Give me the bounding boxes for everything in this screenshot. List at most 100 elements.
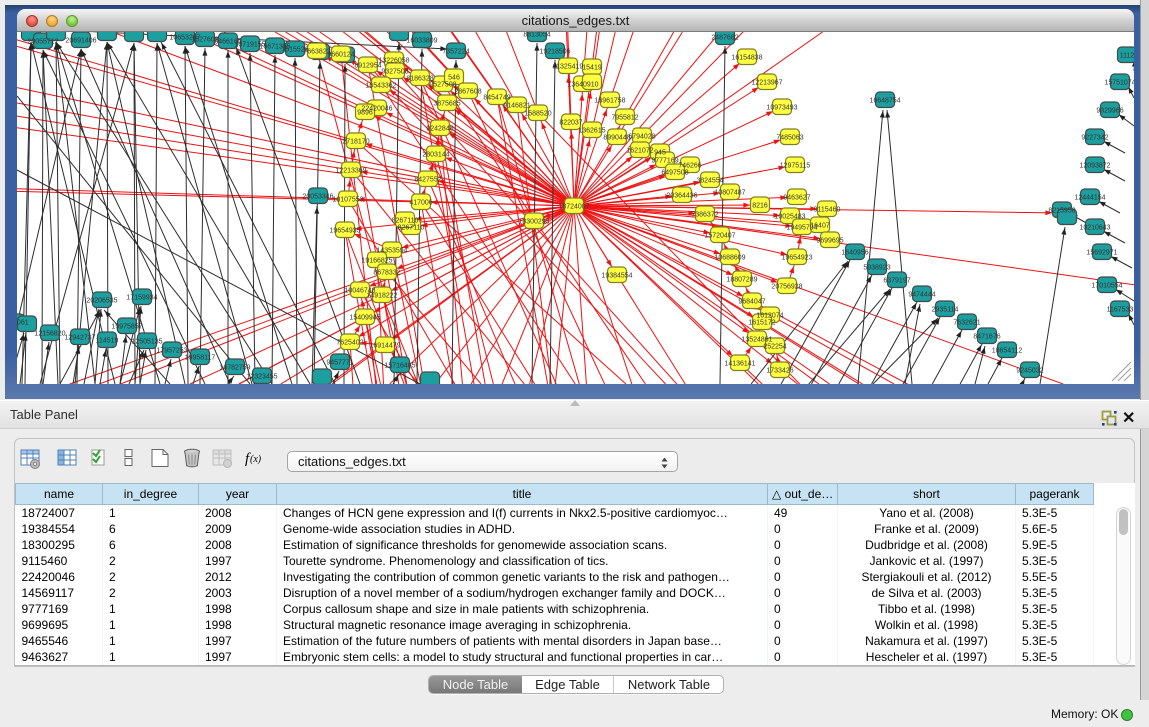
svg-text:15419: 15419 [582, 65, 602, 72]
svg-text:7357224: 7357224 [442, 49, 469, 56]
svg-text:945: 945 [654, 150, 666, 157]
svg-text:8267110: 8267110 [392, 218, 419, 225]
svg-text:9699695: 9699695 [816, 238, 843, 245]
svg-text:20055712: 20055712 [27, 39, 58, 46]
svg-text:7632621: 7632621 [953, 320, 980, 327]
svg-text:1733426: 1733426 [766, 368, 793, 375]
svg-text:12213369: 12213369 [335, 168, 366, 175]
svg-text:2867608: 2867608 [454, 89, 481, 96]
svg-text:417006: 417006 [409, 200, 432, 207]
svg-text:15720407: 15720407 [704, 233, 735, 240]
svg-text:1588520: 1588520 [524, 111, 551, 118]
svg-text:14918222: 14918222 [366, 293, 397, 300]
svg-text:6497508: 6497508 [661, 170, 688, 177]
svg-text:20364436: 20364436 [666, 193, 697, 200]
svg-text:8813054: 8813054 [523, 32, 550, 39]
svg-text:10025483: 10025483 [774, 214, 805, 221]
svg-text:8215958: 8215958 [1048, 208, 1075, 215]
svg-text:7625402: 7625402 [336, 340, 363, 347]
svg-text:9457771: 9457771 [326, 360, 353, 367]
svg-text:6794028: 6794028 [628, 134, 655, 141]
svg-text:12975115: 12975115 [780, 163, 811, 170]
svg-text:12444154: 12444154 [1074, 195, 1105, 202]
svg-text:12942737: 12942737 [64, 335, 95, 342]
svg-text:19384554: 19384554 [601, 273, 632, 280]
svg-text:822037: 822037 [559, 120, 582, 127]
svg-text:16543362: 16543362 [365, 83, 396, 90]
svg-text:20206535: 20206535 [86, 298, 117, 305]
svg-text:20053346: 20053346 [302, 194, 333, 201]
svg-text:7955812: 7955812 [611, 115, 638, 122]
svg-text:16782759: 16782759 [219, 365, 250, 372]
svg-text:16407: 16407 [810, 223, 830, 230]
svg-text:8471676: 8471676 [973, 334, 1000, 341]
svg-text:13524861: 13524861 [741, 337, 772, 344]
svg-text:2803144: 2803144 [422, 152, 449, 159]
svg-text:746266: 746266 [678, 163, 701, 170]
svg-text:16648754: 16648754 [869, 98, 900, 105]
svg-text:14353594: 14353594 [376, 248, 407, 255]
svg-text:8267110: 8267110 [398, 225, 425, 232]
svg-text:15716485: 15716485 [384, 363, 415, 370]
svg-text:5938923: 5938923 [863, 265, 890, 272]
svg-text:20691406: 20691406 [65, 38, 96, 45]
svg-text:13226058: 13226058 [378, 58, 409, 65]
svg-text:9463627: 9463627 [783, 195, 810, 202]
svg-text:9777169: 9777169 [651, 158, 678, 165]
svg-text:12323455: 12323455 [246, 374, 277, 381]
svg-text:9329966: 9329966 [1096, 108, 1123, 115]
svg-text:252254: 252254 [763, 344, 786, 351]
svg-text:9939061: 9939061 [17, 320, 29, 327]
svg-text:14136141: 14136141 [724, 361, 755, 368]
svg-text:15751074: 15751074 [1104, 80, 1134, 87]
svg-text:19654935: 19654935 [329, 228, 360, 235]
svg-text:11325419: 11325419 [553, 64, 584, 71]
svg-text:12213967: 12213967 [751, 80, 782, 87]
svg-text:9115460: 9115460 [814, 207, 841, 214]
svg-text:8216: 8216 [752, 203, 768, 210]
svg-text:9327503: 9327503 [381, 69, 408, 76]
svg-text:18807289: 18807289 [726, 277, 757, 284]
svg-text:12156820: 12156820 [34, 331, 65, 338]
svg-text:10210643: 10210643 [1079, 225, 1110, 232]
svg-text:16033809: 16033809 [406, 38, 437, 45]
svg-text:15409945: 15409945 [349, 315, 380, 322]
svg-text:10807487: 10807487 [714, 190, 745, 197]
svg-text:8454749: 8454749 [483, 95, 510, 102]
svg-text:9227342: 9227342 [1081, 135, 1108, 142]
svg-text:1640956: 1640956 [841, 250, 868, 257]
svg-text:12093872: 12093872 [1079, 163, 1110, 170]
svg-text:13640910: 13640910 [567, 82, 598, 89]
svg-text:16154838: 16154838 [731, 55, 762, 62]
svg-text:15692971: 15692971 [1086, 250, 1117, 257]
svg-text:8678332: 8678332 [373, 270, 400, 277]
svg-text:1167533: 1167533 [1107, 307, 1134, 314]
svg-text:1362615: 1362615 [578, 128, 605, 135]
svg-text:17010554: 17010554 [1091, 283, 1122, 290]
svg-text:3824554: 3824554 [696, 178, 723, 185]
svg-text:9684047: 9684047 [738, 299, 765, 306]
svg-text:9527508: 9527508 [429, 82, 456, 89]
svg-text:18724007: 18724007 [558, 204, 589, 211]
svg-text:19218506: 19218506 [539, 49, 570, 56]
svg-text:6379197: 6379197 [883, 278, 910, 285]
svg-text:7386372: 7386372 [691, 212, 718, 219]
svg-text:17957253: 17957253 [156, 348, 187, 355]
svg-text:19975857: 19975857 [111, 324, 142, 331]
svg-text:7485063: 7485063 [776, 135, 803, 142]
svg-text:1621072: 1621072 [626, 148, 653, 155]
svg-text:1112: 1112 [1120, 53, 1134, 60]
svg-text:8427552: 8427552 [414, 177, 441, 184]
svg-text:9660124: 9660124 [327, 52, 354, 59]
svg-text:546: 546 [448, 75, 460, 82]
svg-text:9896: 9896 [357, 110, 373, 117]
svg-text:16914479: 16914479 [369, 343, 400, 350]
svg-text:114519: 114519 [96, 338, 119, 345]
svg-text:10654112: 10654112 [992, 348, 1023, 355]
svg-text:19654923: 19654923 [781, 255, 812, 262]
svg-text:10688609: 10688609 [714, 255, 745, 262]
svg-text:19166825: 19166825 [361, 258, 392, 265]
svg-text:1615172: 1615172 [748, 320, 775, 327]
svg-text:9474444: 9474444 [908, 292, 935, 299]
svg-text:9245032: 9245032 [1016, 368, 1043, 375]
